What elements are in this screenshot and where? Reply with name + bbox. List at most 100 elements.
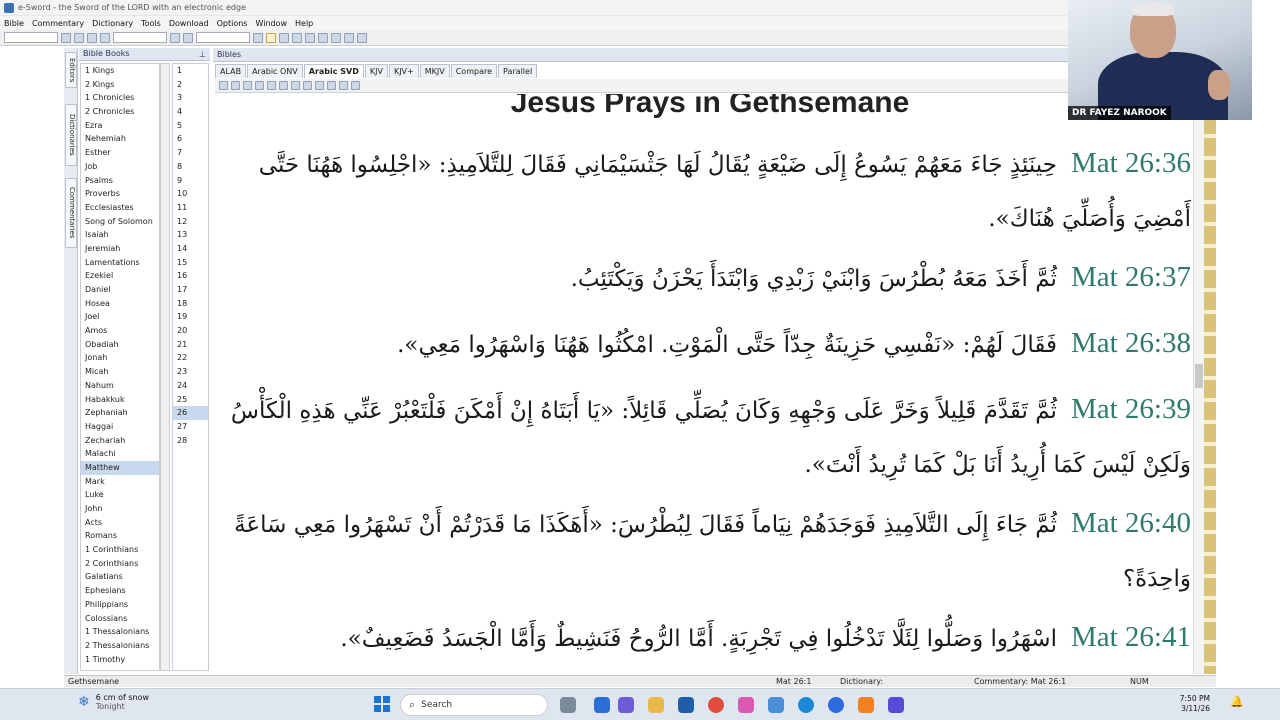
bible-tab[interactable]: Arabic SVD (303, 64, 364, 78)
print-icon[interactable] (243, 81, 252, 90)
file-explorer-icon[interactable] (648, 697, 664, 713)
verse-reference[interactable]: Mat 26:41 (1071, 610, 1191, 664)
widgets-icon[interactable] (594, 697, 610, 713)
book-item[interactable]: 1 Corinthians (81, 543, 159, 557)
menu-help[interactable]: Help (295, 19, 313, 28)
back-icon[interactable] (74, 32, 84, 43)
book-item[interactable]: 1 Thessalonians (81, 625, 159, 639)
notification-bell-icon[interactable]: 🔔 (1230, 695, 1244, 708)
chapter-item[interactable]: 17 (173, 283, 208, 297)
book-item[interactable]: 2 Thessalonians (81, 639, 159, 653)
chapter-item[interactable]: 14 (173, 242, 208, 256)
toolbar-button-4[interactable] (253, 32, 263, 43)
grid-icon[interactable] (357, 32, 367, 43)
link-icon[interactable] (351, 81, 360, 90)
book-item[interactable]: Zechariah (81, 434, 159, 448)
bible-tab[interactable]: Arabic ONV (247, 64, 303, 78)
chapter-item[interactable]: 24 (173, 379, 208, 393)
book-item[interactable]: Daniel (81, 283, 159, 297)
verse-reference[interactable]: Mat 26:36 (1071, 136, 1191, 190)
book-item[interactable]: Mark (81, 475, 159, 489)
book-item[interactable]: Micah (81, 365, 159, 379)
weather-widget[interactable]: ❄ 6 cm of snow Tonight (78, 693, 149, 711)
menu-download[interactable]: Download (169, 19, 209, 28)
chapter-item[interactable]: 7 (173, 146, 208, 160)
book-item[interactable]: Colossians (81, 612, 159, 626)
book-item[interactable]: Philippians (81, 598, 159, 612)
book-item[interactable]: 1 Kings (81, 64, 159, 78)
book-item[interactable]: Galatians (81, 570, 159, 584)
picture-icon[interactable] (344, 32, 354, 43)
book-item[interactable]: Malachi (81, 447, 159, 461)
toolbar-button-2[interactable] (170, 32, 180, 43)
chapter-item[interactable]: 26 (173, 406, 208, 420)
chapter-item[interactable]: 27 (173, 420, 208, 434)
menu-tools[interactable]: Tools (141, 19, 161, 28)
tab-dictionaries[interactable]: Dictionaries (65, 104, 77, 166)
zoom-icon[interactable] (828, 697, 844, 713)
bible-tab[interactable]: ALAB (215, 64, 247, 78)
bible-tab[interactable]: Parallel (498, 64, 538, 78)
dictionary-combo[interactable] (196, 32, 250, 43)
reader-scrollbar[interactable] (1193, 94, 1204, 674)
book-item[interactable]: Habakkuk (81, 393, 159, 407)
note-icon[interactable] (315, 81, 324, 90)
book-item[interactable]: Hosea (81, 297, 159, 311)
book-item[interactable]: 2 Chronicles (81, 105, 159, 119)
chapter-item[interactable]: 20 (173, 324, 208, 338)
layout-icon-3[interactable] (292, 32, 302, 43)
book-item[interactable]: Ephesians (81, 584, 159, 598)
play-icon[interactable] (219, 81, 228, 90)
book-item[interactable]: Luke (81, 488, 159, 502)
book-item[interactable]: Song of Solomon (81, 215, 159, 229)
zoom-icon[interactable] (327, 81, 336, 90)
chapter-item[interactable]: 5 (173, 119, 208, 133)
layout-icon-5[interactable] (318, 32, 328, 43)
taskview-icon[interactable] (560, 697, 576, 713)
toolbar-button-3[interactable] (183, 32, 193, 43)
layout-icon-2[interactable] (279, 32, 289, 43)
chapter-item[interactable]: 15 (173, 256, 208, 270)
book-item[interactable]: Isaiah (81, 228, 159, 242)
taskbar-search[interactable]: ⌕ Search (400, 694, 548, 716)
chapter-item[interactable]: 19 (173, 310, 208, 324)
bible-tab[interactable]: KJV+ (388, 64, 419, 78)
books-scrollbar[interactable] (160, 63, 170, 671)
layout-icon-6[interactable] (331, 32, 341, 43)
chapter-item[interactable]: 21 (173, 338, 208, 352)
book-item[interactable]: 2 Corinthians (81, 557, 159, 571)
chapter-item[interactable]: 12 (173, 215, 208, 229)
book-item[interactable]: Nahum (81, 379, 159, 393)
bible-tab[interactable]: Compare (450, 64, 498, 78)
chapter-item[interactable]: 13 (173, 228, 208, 242)
chapter-item[interactable]: 28 (173, 434, 208, 448)
book-item[interactable]: Nehemiah (81, 132, 159, 146)
chapter-item[interactable]: 18 (173, 297, 208, 311)
verse-reference[interactable]: Mat 26:37 (1071, 250, 1191, 304)
book-item[interactable]: Obadiah (81, 338, 159, 352)
chapter-item[interactable]: 22 (173, 351, 208, 365)
bible-tab[interactable]: KJV (364, 64, 388, 78)
book-item[interactable]: 2 Kings (81, 78, 159, 92)
verse-reference[interactable]: Mat 26:39 (1071, 382, 1191, 436)
copilot-icon[interactable] (738, 697, 754, 713)
book-item[interactable]: Amos (81, 324, 159, 338)
chapter-item[interactable]: 10 (173, 187, 208, 201)
toolbar-button-1[interactable] (61, 32, 71, 43)
book-item[interactable]: Esther (81, 146, 159, 160)
copy-icon[interactable] (231, 81, 240, 90)
chapter-item[interactable]: 23 (173, 365, 208, 379)
layout-icon-1[interactable] (266, 32, 276, 43)
chapter-item[interactable]: 9 (173, 174, 208, 188)
book-item[interactable]: John (81, 502, 159, 516)
chapter-item[interactable]: 6 (173, 132, 208, 146)
book-item[interactable]: Jeremiah (81, 242, 159, 256)
book-item[interactable]: Joel (81, 310, 159, 324)
chapter-item[interactable]: 25 (173, 393, 208, 407)
find-next-icon[interactable] (267, 81, 276, 90)
menu-commentary[interactable]: Commentary (32, 19, 84, 28)
book-item[interactable]: Job (81, 160, 159, 174)
edge-icon[interactable] (798, 697, 814, 713)
chapter-item[interactable]: 8 (173, 160, 208, 174)
reader-scroll-thumb[interactable] (1195, 364, 1203, 388)
